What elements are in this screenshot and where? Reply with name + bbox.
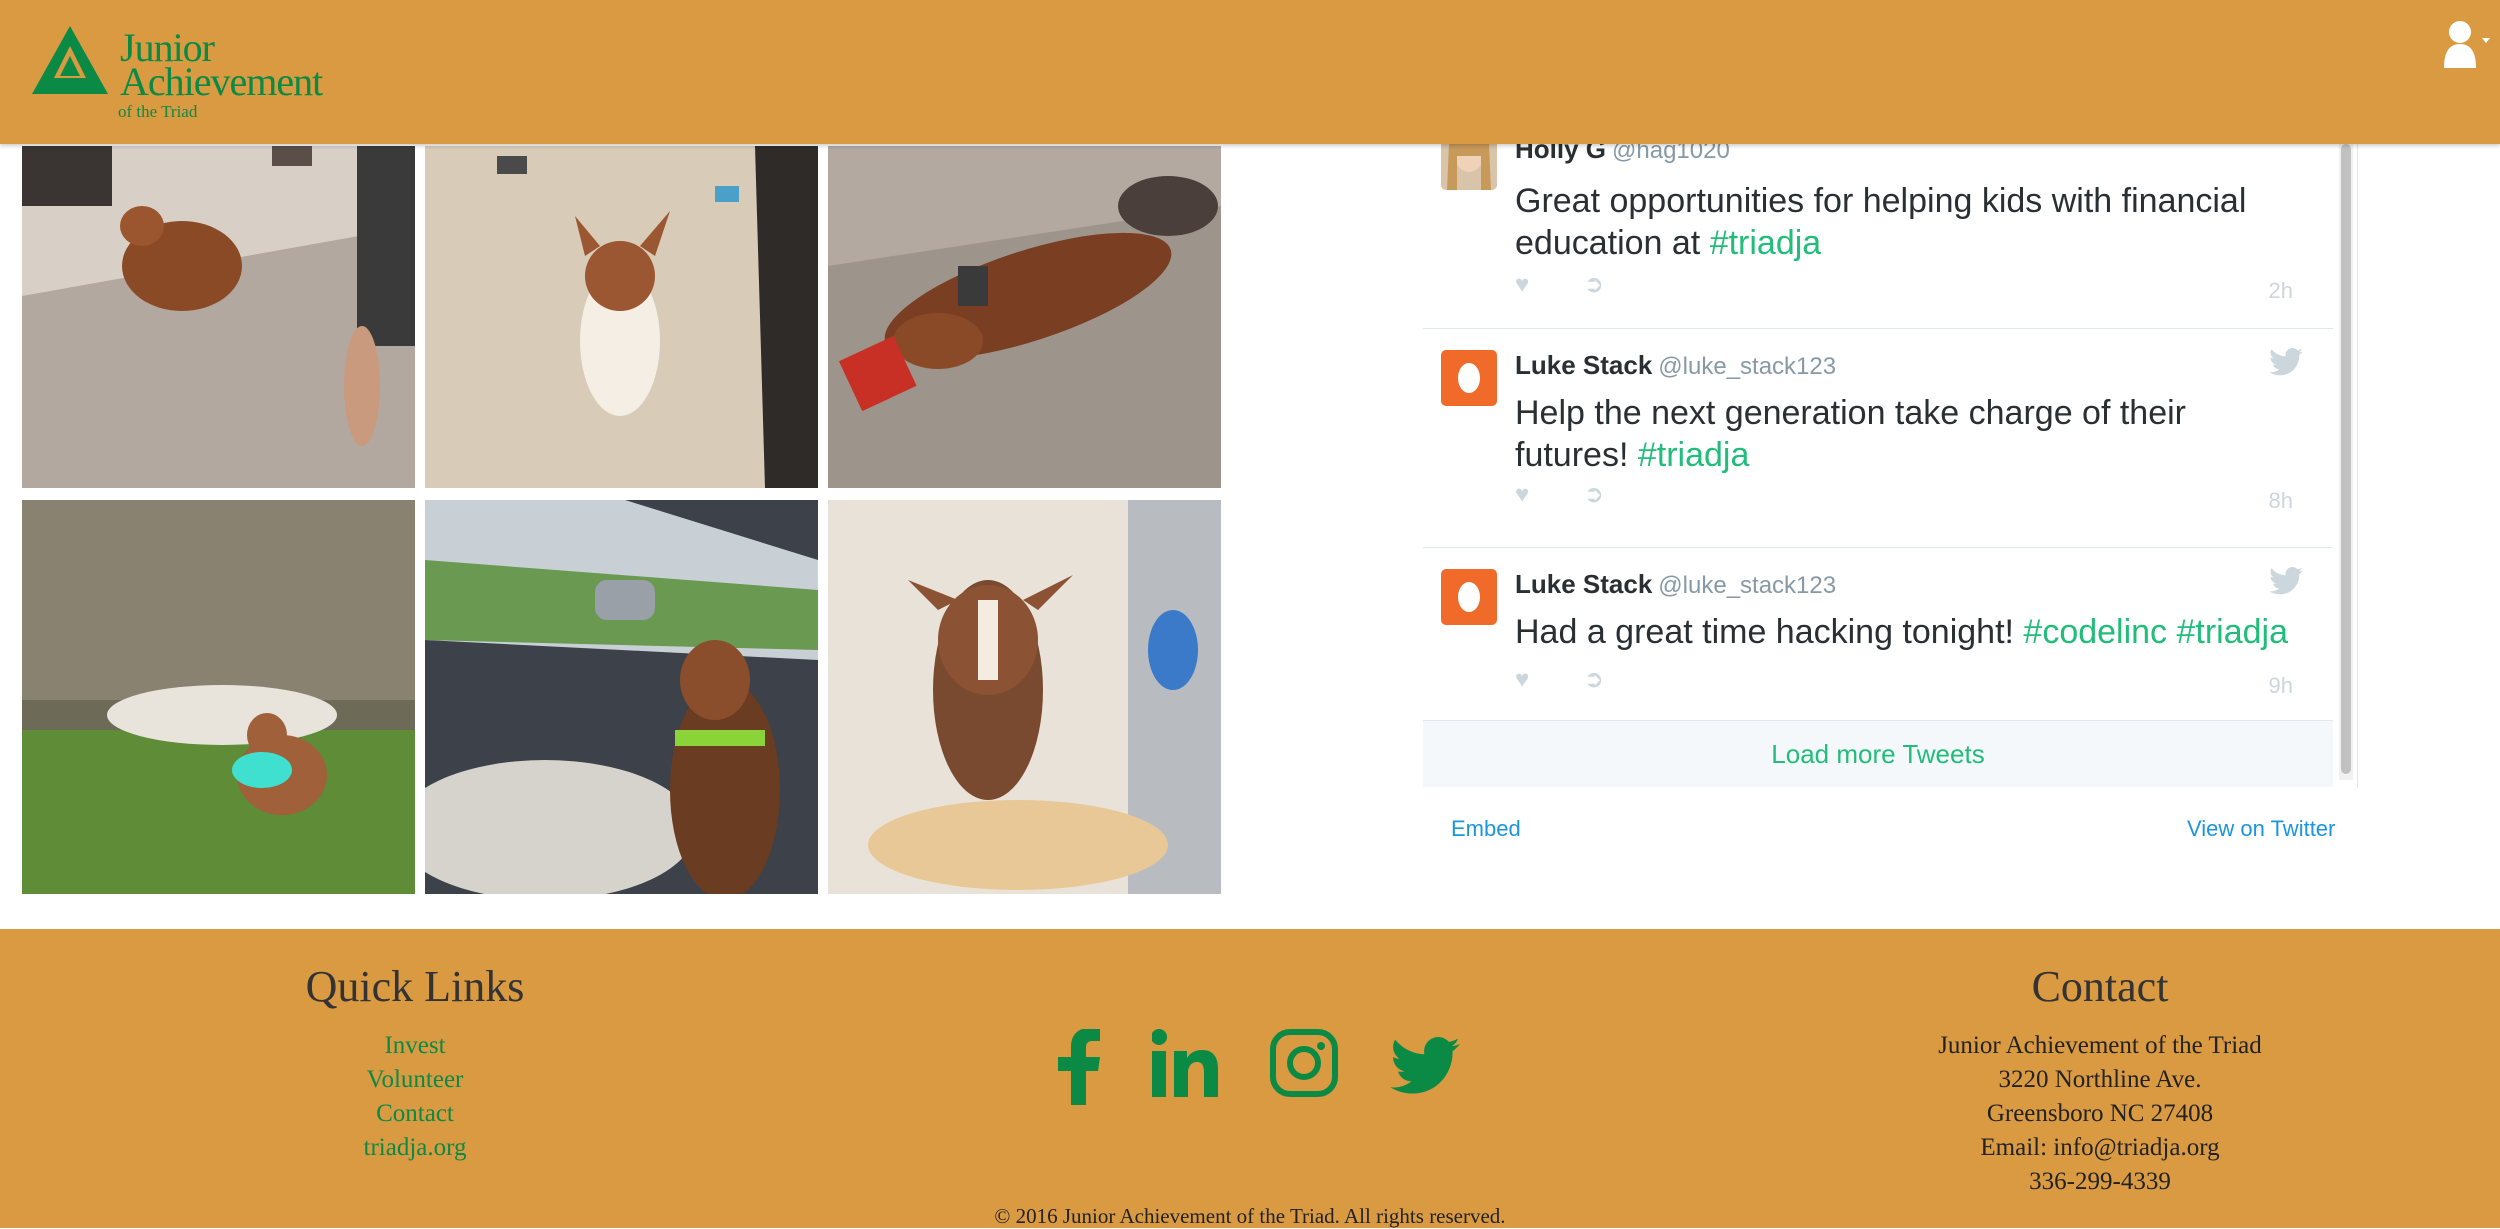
tweet-hashtags[interactable]: #triadja — [1638, 436, 1750, 474]
share-icon[interactable]: ➲ — [1584, 481, 1604, 508]
footer-link-volunteer[interactable]: Volunteer — [215, 1063, 615, 1097]
tweet-body: Great opportunities for helping kids wit… — [1515, 182, 2247, 262]
quick-links-heading: Quick Links — [305, 962, 525, 1011]
contact-phone: 336-299-4339 — [2029, 1168, 2171, 1195]
instagram-photo-grid — [22, 146, 1222, 894]
twitter-bird-icon[interactable] — [2269, 567, 2303, 600]
tweet-author-handle: @luke_stack123 — [1658, 353, 1837, 380]
tweet-author-handle: @hag1020 — [1612, 144, 1730, 164]
share-icon[interactable]: ➲ — [1584, 666, 1604, 693]
logo-text-of-the-triad: of the Triad — [118, 102, 198, 121]
like-icon[interactable]: ♥ — [1515, 481, 1529, 508]
contact-email[interactable]: Email: info@triadja.org — [1800, 1131, 2400, 1165]
photo-dog-running-indoors[interactable] — [22, 146, 415, 488]
tweet-item[interactable]: Holly G @hag1020 Great opportunities for … — [1423, 144, 2333, 329]
facebook-icon[interactable] — [1058, 1028, 1102, 1110]
footer-link-contact[interactable]: Contact — [215, 1097, 615, 1131]
avatar[interactable] — [1441, 569, 1497, 625]
instagram-icon[interactable] — [1270, 1029, 1338, 1102]
tweet-body: Had a great time hacking tonight! — [1515, 613, 2024, 651]
share-icon[interactable]: ➲ — [1584, 271, 1604, 298]
tweet-text: Had a great time hacking tonight! #codel… — [1515, 611, 2305, 653]
tweet-actions: ♥ ➲ — [1515, 480, 1604, 509]
tweet-author-name: Holly G — [1515, 144, 1607, 164]
photo-dog-in-car[interactable] — [425, 500, 818, 894]
tweet-time[interactable]: 9h — [2269, 673, 2293, 699]
footer-link-triadja[interactable]: triadja.org — [215, 1131, 615, 1165]
contact-info: Junior Achievement of the Triad 3220 Nor… — [1800, 1029, 2400, 1199]
tweet-author[interactable]: Holly G @hag1020 — [1515, 144, 1730, 165]
user-icon — [2444, 21, 2490, 68]
twitter-icon[interactable] — [1390, 1037, 1460, 1100]
embed-link[interactable]: Embed — [1451, 816, 1521, 842]
tweet-text: Help the next generation take charge of … — [1515, 392, 2305, 476]
copyright-text: © 2016 Junior Achievement of the Triad. … — [994, 1204, 1506, 1228]
tweet-hashtags[interactable]: #codelinc #triadja — [2023, 613, 2288, 651]
contact-street: 3220 Northline Ave. — [1998, 1066, 2202, 1093]
timeline-scrollbar-thumb[interactable] — [2341, 144, 2351, 774]
contact-city: Greensboro NC 27408 — [1986, 1100, 2214, 1127]
tweet-author-name: Luke Stack — [1515, 350, 1653, 380]
contact-heading: Contact — [2031, 962, 2169, 1011]
tweet-time[interactable]: 2h — [2269, 278, 2293, 304]
tweet-author-name: Luke Stack — [1515, 569, 1653, 599]
photo-dog-in-bathtub[interactable] — [828, 500, 1221, 894]
twitter-bird-icon[interactable] — [2269, 348, 2303, 381]
linkedin-icon[interactable] — [1151, 1029, 1222, 1104]
user-menu-button[interactable] — [2438, 18, 2494, 72]
logo-triangle-icon — [32, 26, 108, 94]
tweet-actions: ♥ ➲ — [1515, 665, 1604, 694]
footer-link-invest[interactable]: Invest — [215, 1029, 615, 1063]
site-footer: Quick Links Invest Volunteer Contact tri… — [0, 929, 2500, 1228]
twitter-timeline-widget: Holly G @hag1020 Great opportunities for … — [1423, 144, 2358, 788]
photo-dog-lying-with-toy[interactable] — [828, 146, 1221, 488]
photo-dog-sitting-carpet[interactable] — [425, 146, 818, 488]
timeline-scrollbar[interactable] — [2339, 144, 2353, 780]
tweet-author[interactable]: Luke Stack @luke_stack123 — [1515, 569, 1836, 600]
tweet-text: Great opportunities for helping kids wit… — [1515, 180, 2305, 264]
load-more-tweets-button[interactable]: Load more Tweets — [1423, 720, 2333, 787]
tweet-hashtags[interactable]: #triadja — [1710, 224, 1822, 262]
photo-dog-with-frisbee-outdoors[interactable] — [22, 500, 415, 894]
site-header: Junior Achievement of the Triad — [0, 0, 2500, 144]
like-icon[interactable]: ♥ — [1515, 666, 1529, 693]
logo-text-achievement: Achievement — [120, 59, 323, 104]
junior-achievement-logo[interactable]: Junior Achievement of the Triad — [30, 24, 330, 124]
tweet-item[interactable]: Luke Stack @luke_stack123 Help the next g… — [1423, 328, 2333, 548]
tweet-body: Help the next generation take charge of … — [1515, 394, 2186, 474]
tweet-actions: ♥ ➲ — [1515, 270, 1604, 299]
tweet-author-handle: @luke_stack123 — [1658, 572, 1837, 599]
tweet-time[interactable]: 8h — [2269, 488, 2293, 514]
tweet-author[interactable]: Luke Stack @luke_stack123 — [1515, 350, 1836, 381]
avatar[interactable] — [1441, 144, 1497, 190]
like-icon[interactable]: ♥ — [1515, 271, 1529, 298]
quick-links-list: Invest Volunteer Contact triadja.org — [215, 1029, 615, 1165]
avatar[interactable] — [1441, 350, 1497, 406]
tweet-item[interactable]: Luke Stack @luke_stack123 Had a great tim… — [1423, 547, 2333, 722]
contact-org-name: Junior Achievement of the Triad — [1938, 1032, 2262, 1059]
view-on-twitter-link[interactable]: View on Twitter — [2187, 816, 2335, 842]
